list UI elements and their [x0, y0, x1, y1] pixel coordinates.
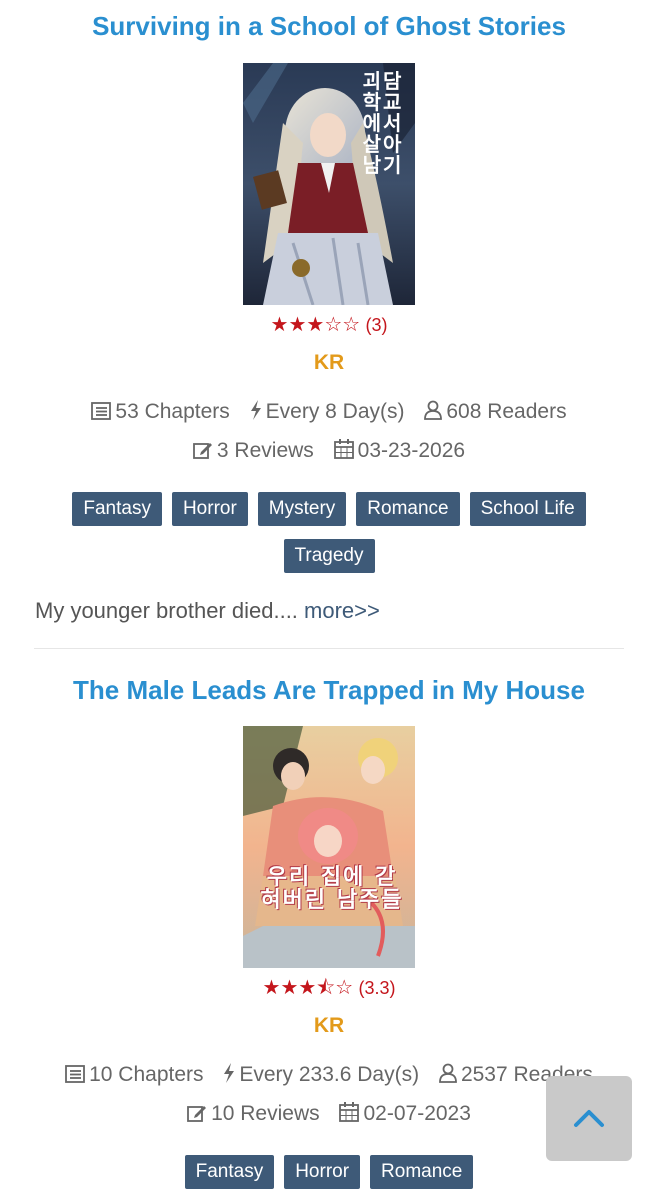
description-text: My younger brother died.... — [35, 598, 298, 623]
tag-horror[interactable]: Horror — [284, 1155, 361, 1189]
cover-title-text: 괴담 학교 에서 살아남기 — [362, 69, 404, 177]
rating-value: (3) — [365, 315, 388, 335]
readers-count: 608 Readers — [446, 400, 567, 423]
description: My younger brother died.... more>> — [35, 597, 380, 625]
tag-fantasy[interactable]: Fantasy — [72, 492, 162, 526]
rating-stars: ★★★☆☆ — [270, 312, 361, 336]
novel-card-2: The Male Leads Are Trapped in My House — [0, 674, 658, 706]
novel-card-1: Surviving in a School of Ghost Stories — [0, 10, 658, 42]
update-date: 03-23-2026 — [357, 439, 466, 462]
edit-icon — [193, 443, 212, 459]
novel-title[interactable]: Surviving in a School of Ghost Stories — [0, 10, 658, 42]
user-icon — [439, 1063, 457, 1083]
reviews-count[interactable]: 10 Reviews — [211, 1102, 320, 1125]
chapters-info: 53 Chapters — [91, 398, 230, 426]
edit-icon — [187, 1106, 207, 1122]
chapters-count: 53 Chapters — [115, 400, 230, 423]
chapters-count: 10 Chapters — [89, 1063, 204, 1086]
date-info: 02-07-2023 — [339, 1100, 471, 1128]
tag-mystery[interactable]: Mystery — [257, 492, 347, 526]
tag-list: Fantasy Horror Romance — [40, 1155, 618, 1202]
novel-cover[interactable]: 우리 집에 갇혀버린 남주들 — [243, 726, 415, 968]
update-date: 02-07-2023 — [363, 1102, 471, 1125]
chevron-up-icon — [574, 1110, 604, 1127]
origin-label: KR — [313, 351, 345, 374]
meta-row-2: 3 Reviews 03-23-2026 — [0, 437, 658, 465]
rating-stars: ★★★⯪☆ — [262, 975, 354, 999]
rating: ★★★☆☆ (3) — [0, 312, 658, 338]
list-icon — [91, 402, 112, 420]
tag-tragedy[interactable]: Tragedy — [283, 539, 375, 573]
frequency-info: Every 8 Day(s) — [250, 398, 405, 426]
calendar-icon — [333, 439, 354, 459]
scroll-to-top-button[interactable] — [546, 1076, 632, 1161]
readers-info: 608 Readers — [424, 398, 567, 426]
bolt-icon — [224, 1063, 235, 1083]
tag-romance[interactable]: Romance — [370, 1155, 474, 1189]
reviews-info: 3 Reviews — [193, 437, 314, 465]
meta-row-1: 53 Chapters Every 8 Day(s) 608 Readers — [0, 398, 658, 426]
origin-label: KR — [313, 1014, 345, 1037]
novel-title[interactable]: The Male Leads Are Trapped in My House — [0, 674, 658, 706]
calendar-icon — [339, 1102, 360, 1122]
chapters-info: 10 Chapters — [65, 1061, 204, 1089]
update-frequency: Every 233.6 Day(s) — [239, 1063, 420, 1086]
rating: ★★★⯪☆ (3.3) — [0, 975, 658, 1001]
tag-list: Fantasy Horror Mystery Romance School Life Tr… — [40, 492, 618, 586]
reviews-info: 10 Reviews — [187, 1100, 320, 1128]
tag-horror[interactable]: Horror — [171, 492, 248, 526]
cover-title-text: 우리 집에 갇혀버린 남주들 — [260, 865, 404, 914]
update-frequency: Every 8 Day(s) — [265, 400, 405, 423]
divider — [34, 648, 624, 649]
frequency-info: Every 233.6 Day(s) — [223, 1061, 419, 1089]
rating-value: (3.3) — [358, 978, 396, 998]
user-icon — [424, 400, 443, 420]
more-link[interactable]: more>> — [304, 598, 380, 623]
bolt-icon — [250, 400, 261, 420]
list-icon — [65, 1065, 86, 1083]
novel-cover[interactable]: 괴담 학교 에서 살아남기 — [243, 63, 415, 305]
tag-romance[interactable]: Romance — [356, 492, 460, 526]
reviews-count[interactable]: 3 Reviews — [217, 439, 314, 462]
tag-school-life[interactable]: School Life — [469, 492, 586, 526]
tag-fantasy[interactable]: Fantasy — [184, 1155, 275, 1189]
cover-art-male-leads — [243, 726, 415, 968]
date-info: 03-23-2026 — [333, 437, 466, 465]
